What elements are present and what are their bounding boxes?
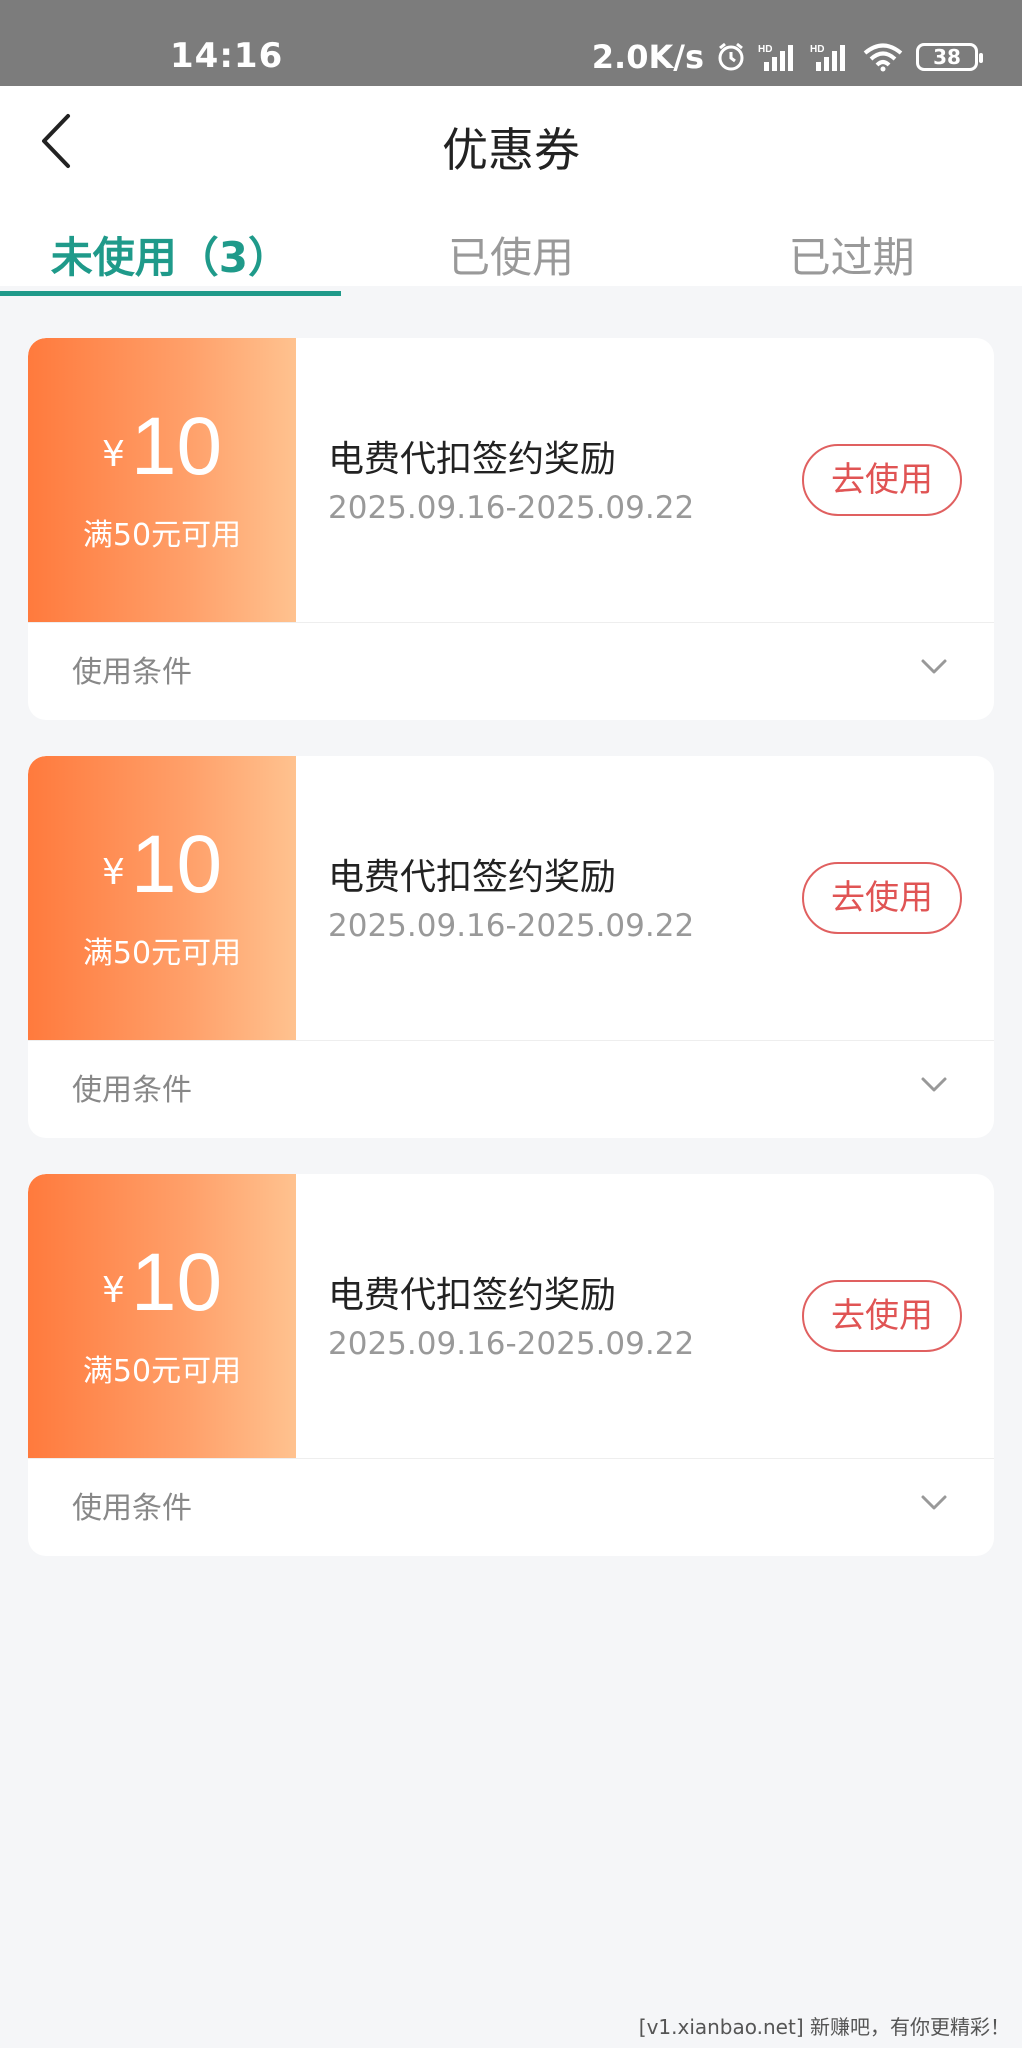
header: 优惠券 未使用（3） 已使用 已过期: [0, 86, 1022, 296]
battery-icon: 38: [916, 43, 983, 71]
coupon-name: 电费代扣签约奖励: [328, 1275, 617, 1316]
tab-expired[interactable]: 已过期: [681, 224, 1022, 286]
chevron-down-icon: [921, 1077, 947, 1092]
chevron-down-icon: [921, 659, 947, 674]
signal-hd-icon: HD: [758, 42, 798, 72]
coupon-amount-row: ¥10: [28, 824, 296, 906]
status-bar: 14:16 2.0K/s HD HD 38: [0, 0, 1022, 86]
coupon-date-range: 2025.09.16-2025.09.22: [328, 490, 695, 526]
coupon-value-panel: ¥10 满50元可用: [28, 756, 296, 1040]
usage-conditions-label: 使用条件: [72, 655, 192, 690]
coupon-value-panel: ¥10 满50元可用: [28, 338, 296, 622]
coupon-amount-row: ¥10: [28, 406, 296, 488]
page-title: 优惠券: [442, 123, 580, 177]
use-coupon-button[interactable]: 去使用: [802, 1280, 962, 1352]
coupon-name: 电费代扣签约奖励: [328, 439, 617, 480]
coupon-name: 电费代扣签约奖励: [328, 857, 617, 898]
network-speed: 2.0K/s: [591, 38, 704, 76]
currency-symbol: ¥: [101, 852, 125, 893]
coupon-value-panel: ¥10 满50元可用: [28, 1174, 296, 1458]
tab-bar: 未使用（3） 已使用 已过期: [0, 224, 1022, 296]
svg-text:HD: HD: [810, 44, 824, 55]
coupon-amount: 10: [130, 819, 223, 910]
coupon-amount-row: ¥10: [28, 1242, 296, 1324]
coupon-condition: 满50元可用: [82, 1354, 242, 1389]
coupon-date-range: 2025.09.16-2025.09.22: [328, 1326, 695, 1362]
coupon-main: ¥10 满50元可用 电费代扣签约奖励 2025.09.16-2025.09.2…: [28, 1174, 994, 1458]
coupon-condition: 满50元可用: [82, 936, 242, 971]
use-coupon-button[interactable]: 去使用: [802, 444, 962, 516]
alarm-icon: [716, 42, 746, 72]
coupon-card: ¥10 满50元可用 电费代扣签约奖励 2025.09.16-2025.09.2…: [28, 338, 994, 720]
watermark: [v1.xianbao.net] 新赚吧，有你更精彩！: [638, 2015, 1010, 2039]
signal-hd-icon: HD: [810, 42, 850, 72]
coupon-main: ¥10 满50元可用 电费代扣签约奖励 2025.09.16-2025.09.2…: [28, 756, 994, 1040]
tab-unused[interactable]: 未使用（3）: [0, 224, 341, 296]
coupon-main: ¥10 满50元可用 电费代扣签约奖励 2025.09.16-2025.09.2…: [28, 338, 994, 622]
wifi-icon: [862, 42, 904, 72]
tab-used[interactable]: 已使用: [341, 224, 682, 286]
coupon-card: ¥10 满50元可用 电费代扣签约奖励 2025.09.16-2025.09.2…: [28, 756, 994, 1138]
coupon-list: ¥10 满50元可用 电费代扣签约奖励 2025.09.16-2025.09.2…: [28, 338, 994, 1592]
currency-symbol: ¥: [101, 434, 125, 475]
status-icons: 2.0K/s HD HD 38: [591, 38, 983, 76]
usage-conditions-toggle[interactable]: 使用条件: [28, 1040, 994, 1138]
usage-conditions-label: 使用条件: [72, 1491, 192, 1526]
chevron-down-icon: [921, 1495, 947, 1510]
coupon-amount: 10: [130, 401, 223, 492]
svg-text:HD: HD: [758, 44, 772, 55]
coupon-card: ¥10 满50元可用 电费代扣签约奖励 2025.09.16-2025.09.2…: [28, 1174, 994, 1556]
use-coupon-button[interactable]: 去使用: [802, 862, 962, 934]
coupon-amount: 10: [130, 1237, 223, 1328]
usage-conditions-label: 使用条件: [72, 1073, 192, 1108]
usage-conditions-toggle[interactable]: 使用条件: [28, 622, 994, 720]
currency-symbol: ¥: [101, 1270, 125, 1311]
status-time: 14:16: [170, 36, 284, 76]
coupon-date-range: 2025.09.16-2025.09.22: [328, 908, 695, 944]
usage-conditions-toggle[interactable]: 使用条件: [28, 1458, 994, 1556]
coupon-condition: 满50元可用: [82, 518, 242, 553]
